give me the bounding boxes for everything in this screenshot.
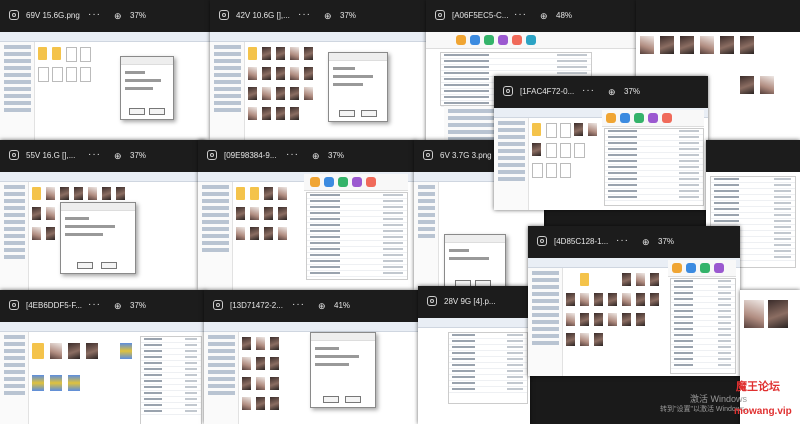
image-content	[418, 318, 530, 424]
title-bar[interactable]: 42V 10.6G [],... ··· ⊕ 37%	[210, 0, 428, 32]
window-title: [4EB6DDF5-F...	[26, 301, 83, 310]
photo-window[interactable]: 69V 15.6G.png ··· ⊕ 37%	[0, 0, 212, 140]
photos-icon	[435, 10, 445, 20]
window-title: [13D71472-2...	[230, 301, 283, 310]
photos-icon	[427, 296, 437, 306]
image-content	[210, 32, 428, 140]
zoom-icon[interactable]: ⊕	[318, 301, 326, 312]
image-content	[0, 172, 206, 290]
photo-window[interactable]: 55V 16.G [],... ··· ⊕ 37%	[0, 140, 206, 290]
zoom-level: 37%	[340, 11, 357, 20]
title-bar[interactable]: [4EB6DDF5-F... ··· ⊕ 37%	[0, 290, 206, 322]
zoom-icon[interactable]: ⊕	[114, 11, 122, 22]
more-icon[interactable]: ···	[88, 299, 101, 310]
zoom-level: 48%	[556, 11, 573, 20]
more-icon[interactable]: ···	[616, 235, 629, 246]
image-content	[494, 108, 708, 210]
image-content	[198, 172, 416, 290]
image-content	[528, 258, 740, 376]
zoom-level: 37%	[328, 151, 345, 160]
file-dialog	[444, 234, 506, 290]
title-bar[interactable]	[636, 0, 800, 32]
file-list	[306, 192, 408, 280]
zoom-level: 37%	[624, 87, 641, 96]
zoom-level: 41%	[334, 301, 351, 310]
zoom-icon[interactable]: ⊕	[540, 11, 548, 22]
photo-window[interactable]: 42V 10.6G [],... ··· ⊕ 37%	[210, 0, 428, 140]
more-icon[interactable]: ···	[286, 149, 299, 160]
window-title: 6V 3.7G 3.png	[440, 151, 492, 160]
window-title: [09E98384-9...	[224, 151, 277, 160]
photos-icon	[219, 10, 229, 20]
photos-icon	[213, 300, 223, 310]
more-icon[interactable]: ···	[514, 9, 527, 20]
photos-icon	[9, 10, 19, 20]
more-icon[interactable]: ···	[292, 299, 305, 310]
image-content	[204, 322, 418, 424]
photo-window[interactable]: 28V 9G [4].p...	[418, 286, 530, 424]
photos-icon	[9, 150, 19, 160]
zoom-level: 37%	[130, 11, 147, 20]
window-title: 42V 10.6G [],...	[236, 11, 290, 20]
file-list	[670, 278, 736, 374]
site-watermark: mowang.vip	[734, 406, 792, 417]
file-dialog	[310, 332, 376, 408]
explorer-nav-pane	[0, 42, 35, 140]
app-toolbar	[426, 32, 640, 49]
title-bar[interactable]: [13D71472-2... ··· ⊕ 41%	[204, 290, 418, 322]
window-title: 28V 9G [4].p...	[444, 297, 496, 306]
zoom-icon[interactable]: ⊕	[312, 151, 320, 162]
title-bar[interactable]: [A06F5EC5-C... ··· ⊕ 48%	[426, 0, 640, 32]
photos-icon	[537, 236, 547, 246]
title-bar[interactable]: 55V 16.G [],... ··· ⊕ 37%	[0, 140, 206, 172]
image-content	[0, 32, 212, 140]
file-list	[604, 128, 704, 206]
brand-watermark: 魔王论坛	[736, 381, 780, 393]
window-title: [1FAC4F72-0...	[520, 87, 575, 96]
photos-icon	[9, 300, 19, 310]
zoom-icon[interactable]: ⊕	[114, 151, 122, 162]
file-dialog	[120, 56, 174, 120]
title-bar[interactable]: 28V 9G [4].p...	[418, 286, 530, 318]
title-bar[interactable]	[706, 140, 800, 172]
image-content	[0, 322, 206, 424]
window-title: [4D85C128-1...	[554, 237, 609, 246]
title-bar[interactable]: [09E98384-9... ··· ⊕ 37%	[198, 140, 416, 172]
photo-window[interactable]: [09E98384-9... ··· ⊕ 37%	[198, 140, 416, 290]
zoom-icon[interactable]: ⊕	[114, 301, 122, 312]
zoom-icon[interactable]: ⊕	[608, 87, 616, 98]
zoom-icon[interactable]: ⊕	[642, 237, 650, 248]
photos-icon	[503, 86, 513, 96]
zoom-icon[interactable]: ⊕	[324, 11, 332, 22]
file-dialog	[328, 52, 388, 122]
more-icon[interactable]: ···	[88, 9, 101, 20]
title-bar[interactable]: [1FAC4F72-0... ··· ⊕ 37%	[494, 76, 708, 108]
title-bar[interactable]: 69V 15.6G.png ··· ⊕ 37%	[0, 0, 212, 32]
photo-window[interactable]: [1FAC4F72-0... ··· ⊕ 37%	[494, 76, 708, 210]
window-title: 69V 15.6G.png	[26, 11, 80, 20]
explorer-ribbon	[0, 32, 212, 42]
window-title: [A06F5EC5-C...	[452, 11, 509, 20]
more-icon[interactable]: ···	[582, 85, 595, 96]
photo-window[interactable]: [4EB6DDF5-F... ··· ⊕ 37%	[0, 290, 206, 424]
zoom-level: 37%	[130, 151, 147, 160]
title-bar[interactable]: [4D85C128-1... ··· ⊕ 37%	[528, 226, 740, 258]
file-dialog	[60, 202, 136, 274]
zoom-level: 37%	[130, 301, 147, 310]
window-title: 55V 16.G [],...	[26, 151, 76, 160]
more-icon[interactable]: ···	[298, 9, 311, 20]
photo-window[interactable]: [4D85C128-1... ··· ⊕ 37%	[528, 226, 740, 376]
zoom-level: 37%	[658, 237, 675, 246]
more-icon[interactable]: ···	[88, 149, 101, 160]
photos-icon	[423, 150, 433, 160]
photos-icon	[207, 150, 217, 160]
photo-window[interactable]: [13D71472-2... ··· ⊕ 41%	[204, 290, 418, 424]
